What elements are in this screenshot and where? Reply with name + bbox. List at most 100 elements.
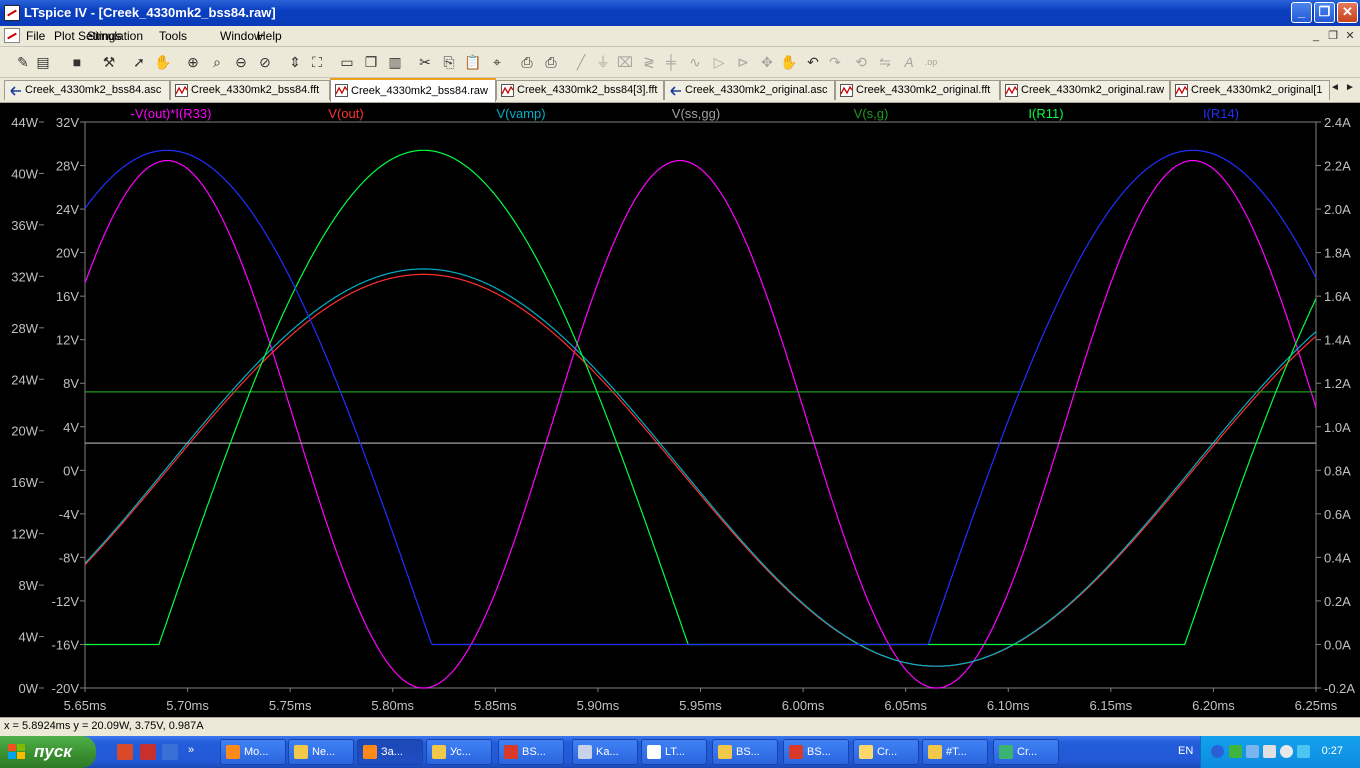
tile-horizontal-icon[interactable]: ▭ xyxy=(337,52,357,72)
label-icon[interactable]: ⌧ xyxy=(615,52,635,72)
waveform-icon xyxy=(1005,84,1018,97)
title-bar: LTspice IV - [Creek_4330mk2_bss84.raw] _… xyxy=(0,0,1360,26)
waveform-plot-pane[interactable]: 5.65ms 5.70ms 5.75ms 5.80ms 5.85ms 5.90ms 5.95… xyxy=(0,103,1360,717)
taskbar-button[interactable]: Ne... xyxy=(288,739,354,765)
control-panel-icon[interactable]: ⚒ xyxy=(99,52,119,72)
quicklaunch-ie-icon[interactable] xyxy=(162,744,178,760)
tray-volume-icon[interactable] xyxy=(1263,745,1276,758)
print-icon[interactable]: ⎙ xyxy=(541,52,561,72)
resistor-icon[interactable]: ≷ xyxy=(639,52,659,72)
zoom-out-icon[interactable]: ⊖ xyxy=(231,52,251,72)
taskbar-button[interactable]: BS... xyxy=(712,739,778,765)
component-icon[interactable]: ⊳ xyxy=(733,52,753,72)
tab-schematic[interactable]: Creek_4330mk2_original.asc xyxy=(664,80,835,100)
mdi-restore-button[interactable]: ❐ xyxy=(1326,29,1340,43)
zoom-cancel-icon[interactable]: ⊘ xyxy=(255,52,275,72)
y-tick-label-volts: 16V xyxy=(56,289,79,304)
quicklaunch-pdf-icon[interactable] xyxy=(140,744,156,760)
tab-waveform[interactable]: Creek_4330mk2_bss84.fft xyxy=(170,80,330,100)
taskbar-button[interactable]: Ус... xyxy=(426,739,492,765)
taskbar-button[interactable]: Mo... xyxy=(220,739,286,765)
y-tick-label-volts: 12V xyxy=(56,333,79,348)
ground-icon[interactable]: ⏚ xyxy=(593,52,613,72)
start-button[interactable]: пуск xyxy=(0,736,96,768)
taskbar-button[interactable]: Cr... xyxy=(993,739,1059,765)
tab-scroll-right-icon[interactable]: ► xyxy=(1345,82,1355,93)
taskbar-button[interactable]: BS... xyxy=(498,739,564,765)
paste-icon[interactable]: 📋 xyxy=(463,52,483,72)
new-schematic-icon[interactable]: ✎ xyxy=(13,52,33,72)
language-indicator[interactable]: EN xyxy=(1178,745,1193,757)
tray-arrow-icon[interactable] xyxy=(1211,745,1224,758)
drag-icon[interactable]: ✋ xyxy=(779,52,799,72)
zoom-in-icon[interactable]: ⊕ xyxy=(183,52,203,72)
taskbar-button[interactable]: #T... xyxy=(922,739,988,765)
minimize-button[interactable]: _ xyxy=(1291,2,1312,23)
save-icon[interactable]: ■ xyxy=(67,52,87,72)
tab-schematic[interactable]: Creek_4330mk2_bss84.asc xyxy=(4,80,170,100)
taskbar-button[interactable]: Cr... xyxy=(853,739,919,765)
taskbar-app-icon xyxy=(432,745,446,759)
halt-icon[interactable]: ✋ xyxy=(153,52,173,72)
taskbar-button[interactable]: LT... xyxy=(641,739,707,765)
diode-icon[interactable]: ▷ xyxy=(709,52,729,72)
tab-waveform[interactable]: Creek_4330mk2_original.raw xyxy=(1000,80,1170,100)
print-preview-icon[interactable]: ⎙ xyxy=(517,52,537,72)
taskbar-button-label: LT... xyxy=(665,746,685,758)
find-icon[interactable]: ⌖ xyxy=(487,52,507,72)
text-icon[interactable]: A xyxy=(899,52,919,72)
y-tick-label-amps: 1.4A xyxy=(1324,333,1351,348)
clock[interactable]: 0:27 xyxy=(1322,745,1343,757)
menu-simulation[interactable]: Tools xyxy=(159,29,187,43)
cascade-icon[interactable]: ❐ xyxy=(361,52,381,72)
redo-icon[interactable]: ↷ xyxy=(825,52,845,72)
window-title: LTspice IV - [Creek_4330mk2_bss84.raw] xyxy=(24,5,276,20)
tray-network-icon[interactable] xyxy=(1229,745,1242,758)
waveform-chart[interactable]: 5.65ms 5.70ms 5.75ms 5.80ms 5.85ms 5.90ms 5.95… xyxy=(0,103,1360,717)
cut-icon[interactable]: ✂ xyxy=(415,52,435,72)
autorange-icon[interactable]: ⇕ xyxy=(285,52,305,72)
copy-icon[interactable]: ⎘ xyxy=(439,52,459,72)
tab-waveform[interactable]: Creek_4330mk2_bss84[3].fft xyxy=(496,80,664,100)
quicklaunch-more-icon[interactable]: » xyxy=(188,744,198,760)
quicklaunch-app-icon[interactable] xyxy=(117,744,133,760)
inductor-icon[interactable]: ∿ xyxy=(685,52,705,72)
zoom-area-icon[interactable]: ⌕ xyxy=(207,52,227,72)
tray-update-icon[interactable] xyxy=(1297,745,1310,758)
run-icon[interactable]: ➚ xyxy=(129,52,149,72)
menu-window[interactable]: Help xyxy=(257,29,282,43)
y-tick-label-amps: 0.4A xyxy=(1324,550,1351,565)
taskbar-button[interactable]: Ka... xyxy=(572,739,638,765)
mirror-icon[interactable]: ⇋ xyxy=(875,52,895,72)
taskbar-button[interactable]: За... xyxy=(357,739,423,765)
document-tabs: Creek_4330mk2_original[1 Creek_4330mk2_or… xyxy=(0,78,1360,103)
ltspice-app-icon[interactable] xyxy=(4,5,20,21)
menu-plot-settings[interactable]: Simulation xyxy=(87,29,143,43)
spice-directive-icon[interactable]: .op xyxy=(921,52,941,72)
tab-waveform[interactable]: Creek_4330mk2_original.fft xyxy=(835,80,1000,100)
taskbar-app-icon xyxy=(504,745,518,759)
taskbar-button-label: Ne... xyxy=(312,746,336,758)
rotate-icon[interactable]: ⟲ xyxy=(851,52,871,72)
document-icon[interactable] xyxy=(4,28,20,43)
close-button[interactable]: ✕ xyxy=(1337,2,1358,23)
menu-file[interactable]: File xyxy=(26,29,45,43)
mdi-minimize-button[interactable]: _ xyxy=(1309,29,1323,43)
tab-scroll-left-icon[interactable]: ◄ xyxy=(1330,82,1340,93)
wire-icon[interactable]: ╱ xyxy=(571,52,591,72)
taskbar-app-icon xyxy=(226,745,240,759)
tray-monitor-icon[interactable] xyxy=(1246,745,1259,758)
zoom-extents-icon[interactable]: ⛶ xyxy=(307,52,327,72)
tab-waveform[interactable]: Creek_4330mk2_bss84.raw xyxy=(330,78,496,102)
tile-vertical-icon[interactable]: ▥ xyxy=(385,52,405,72)
restore-button[interactable]: ❐ xyxy=(1314,2,1335,23)
tray-app-icon[interactable] xyxy=(1280,745,1293,758)
move-icon[interactable]: ✥ xyxy=(757,52,777,72)
tab-waveform[interactable]: Creek_4330mk2_original[1 xyxy=(1170,80,1330,100)
mdi-close-button[interactable]: ✕ xyxy=(1343,29,1357,43)
taskbar-button[interactable]: BS... xyxy=(783,739,849,765)
y-tick-label-amps: 1.8A xyxy=(1324,246,1351,261)
open-icon[interactable]: ▤ xyxy=(33,52,53,72)
undo-icon[interactable]: ↶ xyxy=(803,52,823,72)
capacitor-icon[interactable]: ╪ xyxy=(661,52,681,72)
